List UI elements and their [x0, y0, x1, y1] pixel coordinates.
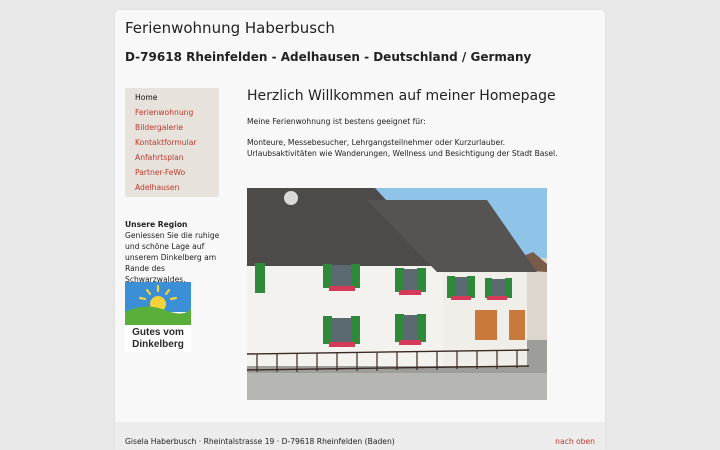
nav-item-ferienwohnung[interactable]: Ferienwohnung: [125, 105, 219, 120]
region-text: Geniessen Sie die ruhige und schöne Lage…: [125, 231, 220, 284]
house-photo: [247, 188, 547, 400]
footer: Gisela Haberbusch · Rheintalstrasse 19 ·…: [115, 422, 605, 450]
page-heading: Herzlich Willkommen auf meiner Homepage: [247, 88, 556, 104]
nav-item-kontaktformular[interactable]: Kontaktformular: [125, 135, 219, 150]
page-container: Ferienwohnung Haberbusch D-79618 Rheinfe…: [115, 10, 605, 450]
nav-item-home[interactable]: Home: [125, 90, 219, 105]
intro-text: Meine Ferienwohnung ist bestens geeignet…: [247, 117, 426, 126]
nav-item-partner-fewo[interactable]: Partner-FeWo: [125, 165, 219, 180]
nav-item-adelhausen[interactable]: Adelhausen: [125, 180, 219, 195]
site-subtitle: D-79618 Rheinfelden - Adelhausen - Deuts…: [125, 50, 532, 64]
sidebar-nav: Home Ferienwohnung Bildergalerie Kontakt…: [125, 88, 219, 197]
activities-text: Urlaubsaktivitäten wie Wanderungen, Well…: [247, 149, 558, 158]
region-title: Unsere Region: [125, 220, 188, 229]
back-to-top-link[interactable]: nach oben: [555, 437, 595, 446]
gutes-vom-dinkelberg-logo: Gutes vom Dinkelberg: [125, 282, 191, 352]
footer-address: Gisela Haberbusch · Rheintalstrasse 19 ·…: [125, 437, 395, 446]
audience-text: Monteure, Messebesucher, Lehrgangsteilne…: [247, 138, 506, 147]
nav-item-bildergalerie[interactable]: Bildergalerie: [125, 120, 219, 135]
logo-text-line1: Gutes vom: [132, 327, 184, 338]
nav-item-anfahrtsplan[interactable]: Anfahrtsplan: [125, 150, 219, 165]
site-title: Ferienwohnung Haberbusch: [125, 19, 335, 37]
logo-text-line2: Dinkelberg: [132, 339, 184, 350]
